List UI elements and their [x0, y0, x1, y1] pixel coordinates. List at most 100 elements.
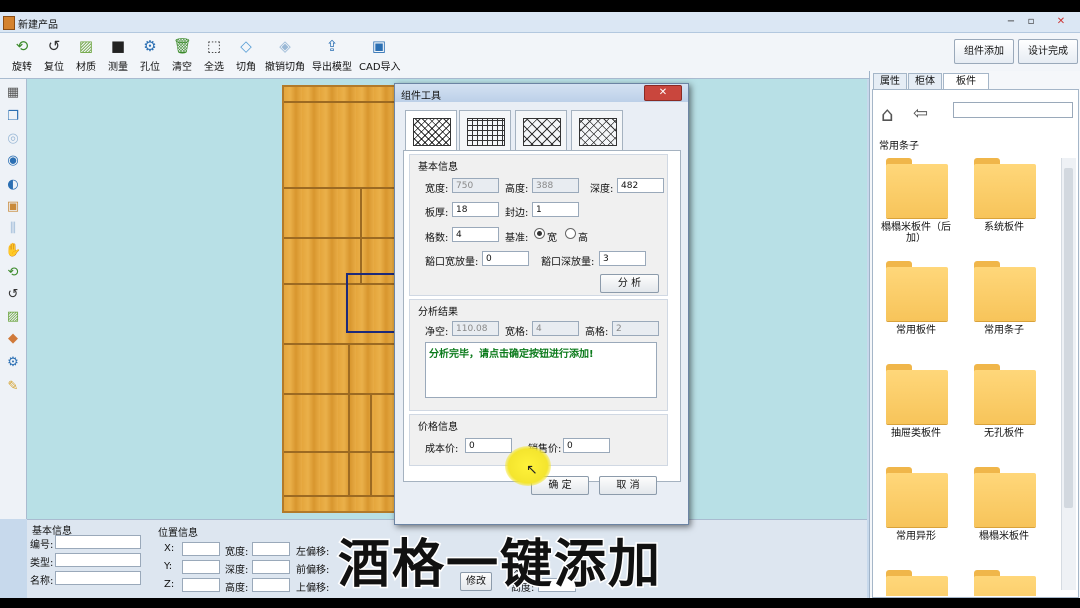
selected-panel[interactable] [346, 273, 400, 333]
copy-icon[interactable]: ❐ [5, 109, 21, 125]
title-bar: 新建产品 − ▫ ✕ [0, 12, 1080, 33]
tab-properties[interactable]: 属性 [873, 73, 907, 89]
cancel-button[interactable]: 取 消 [599, 476, 657, 495]
folder-common-strips[interactable]: 常用条子 [969, 261, 1039, 351]
tab-panels[interactable]: 板件 [943, 73, 989, 90]
folder-no-hole-panels[interactable]: 无孔板件 [969, 364, 1039, 454]
image-icon[interactable]: ▣ [5, 199, 21, 215]
y-field[interactable] [182, 560, 220, 574]
cad-import-icon: ▣ [371, 37, 387, 55]
folder-common-shapes[interactable]: 常用异形 [881, 467, 951, 557]
folder-system-panels[interactable]: 系统板件 [969, 158, 1039, 248]
shapes-icon[interactable]: ◆ [5, 331, 21, 347]
select-all-icon: ⬚ [206, 37, 222, 55]
reset-button[interactable]: ↺ 复位 [37, 37, 71, 77]
folder-icon [886, 261, 948, 321]
x-field[interactable] [182, 542, 220, 556]
clear-button[interactable]: 🗑 清空 [165, 37, 199, 77]
base-wide-radio[interactable] [534, 228, 545, 239]
folder-item[interactable] [881, 570, 951, 596]
tab-pattern-square[interactable] [459, 110, 511, 152]
gap-width-field[interactable]: 0 [482, 251, 529, 266]
rotate-button[interactable]: ⟲ 旋转 [5, 37, 39, 77]
wide-cells-field[interactable]: 4 [532, 321, 579, 336]
z-field[interactable] [182, 578, 220, 592]
cross-grid-icon [523, 118, 561, 146]
undo-cut-button[interactable]: ◈ 撤销切角 [265, 37, 305, 77]
library-search-input[interactable] [953, 102, 1073, 118]
dialog-close-button[interactable]: ✕ [644, 85, 682, 101]
folder-item[interactable] [969, 570, 1039, 596]
type-field[interactable] [55, 553, 141, 567]
calculator-icon[interactable]: ▦ [5, 85, 21, 101]
measure-icon: ■ [110, 37, 126, 55]
dialog-title: 组件工具 [401, 91, 441, 102]
brush-icon[interactable]: ✎ [5, 379, 21, 395]
square-grid-icon [467, 118, 505, 146]
minimize-button[interactable]: − [1002, 15, 1020, 28]
tab-pattern-cross[interactable] [515, 110, 567, 152]
hide-icon[interactable]: ◎ [5, 131, 21, 147]
reset-icon: ↺ [47, 37, 61, 55]
tab-cabinet[interactable]: 柜体 [908, 73, 942, 89]
export-icon: ⇪ [325, 37, 339, 55]
thickness-field[interactable]: 18 [452, 202, 499, 217]
cell-count-field[interactable]: 4 [452, 227, 499, 242]
tab-pattern-diamond[interactable] [405, 110, 457, 152]
hand-icon[interactable]: ✋ [5, 243, 21, 259]
rotate-icon[interactable]: ⟲ [5, 265, 21, 281]
cad-import-button[interactable]: ▣ CAD导入 [359, 37, 401, 77]
texture-icon[interactable]: ▨ [5, 309, 21, 325]
tab-pattern-lattice[interactable] [571, 110, 623, 152]
hole-button[interactable]: ⚙ 孔位 [133, 37, 167, 77]
close-button[interactable]: ✕ [1052, 15, 1070, 28]
back-arrow-icon[interactable]: ⇦ [913, 103, 935, 125]
name-field[interactable] [55, 571, 141, 585]
maximize-button[interactable]: ▫ [1022, 15, 1040, 28]
height-field[interactable] [252, 578, 290, 592]
panel-library: ⌂ ⇦ 常用条子 榻榻米板件（后加） 系统板件 常用板件 常用条子 抽屉类板件 … [872, 89, 1079, 598]
position-info-title: 位置信息 [158, 528, 198, 539]
folder-common-panels[interactable]: 常用板件 [881, 261, 951, 351]
cut-corner-button[interactable]: ◇ 切角 [229, 37, 263, 77]
export-model-button[interactable]: ⇪ 导出模型 [312, 37, 352, 77]
scrollbar[interactable] [1061, 158, 1076, 590]
select-all-button[interactable]: ⬚ 全选 [197, 37, 231, 77]
folder-icon [974, 158, 1036, 218]
folder-tatami-later[interactable]: 榻榻米板件（后加） [881, 158, 951, 248]
measure-button[interactable]: ■ 测量 [101, 37, 135, 77]
analyze-button[interactable]: 分 析 [600, 274, 659, 293]
eye-icon[interactable]: ◉ [5, 153, 21, 169]
base-high-radio[interactable] [565, 228, 576, 239]
add-component-button[interactable]: 组件添加 [954, 39, 1014, 64]
sale-price-field[interactable]: 0 [563, 438, 610, 453]
dlg-width-field[interactable]: 750 [452, 178, 499, 193]
analysis-result-group: 分析结果 净空: 110.08 宽格: 4 高格: 2 分析完毕，请点击确定按钮… [409, 299, 668, 411]
refresh-icon[interactable]: ↺ [5, 287, 21, 303]
gap-depth-field[interactable]: 3 [599, 251, 646, 266]
contrast-icon[interactable]: ◐ [5, 177, 21, 193]
depth-field[interactable] [252, 560, 290, 574]
folder-icon [886, 364, 948, 424]
cost-price-field[interactable]: 0 [465, 438, 512, 453]
window-title: 新建产品 [18, 20, 58, 31]
folder-tatami-panels[interactable]: 榻榻米板件 [969, 467, 1039, 557]
home-icon[interactable]: ⌂ [881, 103, 903, 125]
gears-icon[interactable]: ⚙ [5, 355, 21, 371]
folder-icon [886, 158, 948, 218]
design-done-button[interactable]: 设计完成 [1018, 39, 1078, 64]
folder-drawer-panels[interactable]: 抽屉类板件 [881, 364, 951, 454]
width-field[interactable] [252, 542, 290, 556]
lattice-grid-icon [579, 118, 617, 146]
net-clearance-field[interactable]: 110.08 [452, 321, 499, 336]
right-panel: 属性 柜体 板件 ⌂ ⇦ 常用条子 榻榻米板件（后加） 系统板件 常用板件 常用… [869, 71, 1080, 598]
folder-icon [886, 467, 948, 527]
dlg-height-field[interactable]: 388 [532, 178, 579, 193]
material-button[interactable]: ▨ 材质 [69, 37, 103, 77]
high-cells-field[interactable]: 2 [612, 321, 659, 336]
code-field[interactable] [55, 535, 141, 549]
edge-band-field[interactable]: 1 [532, 202, 579, 217]
split-icon[interactable]: ⫼ [5, 221, 21, 237]
folder-icon [886, 570, 948, 596]
dlg-depth-field[interactable]: 482 [617, 178, 664, 193]
